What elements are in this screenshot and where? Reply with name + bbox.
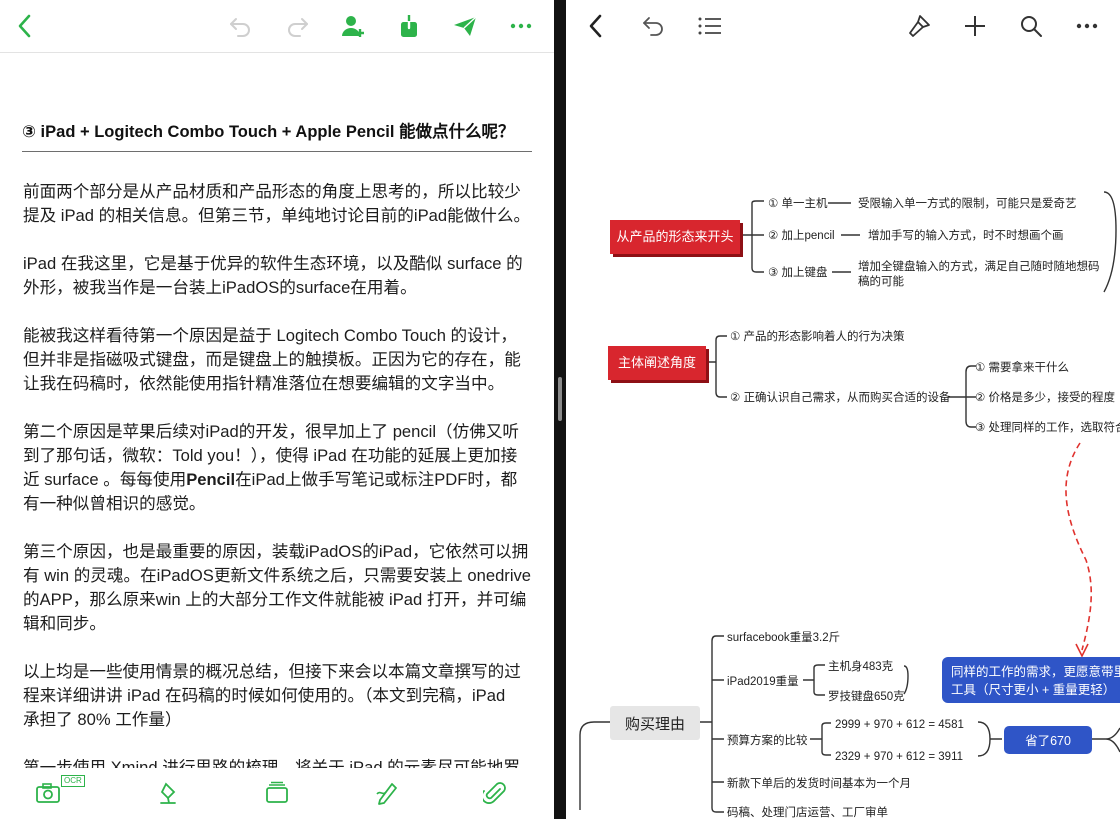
text-line: 第一步使用 Xmind 进行思路的梳理，将关于 iPad 的元素尽可能地罗 <box>23 758 520 768</box>
text-line: 在iPad上做手写笔记或标注PDF时，都 <box>235 470 518 489</box>
text-line: 到了那句话，微软：Told you！），使得 iPad 在功能的延展上更加接 <box>23 446 518 465</box>
subtopic-label[interactable]: surfacebook重量3.2斤 <box>727 630 840 644</box>
topic-label: 从产品的形态来开头 <box>616 229 733 244</box>
paragraph: 前面两个部分是从产品材质和产品形态的角度上思考的，所以比较少 提及 iPad 的… <box>23 180 535 228</box>
paragraph: 第一步使用 Xmind 进行思路的梳理，将关于 iPad 的元素尽可能地罗 <box>23 756 535 768</box>
share-icon[interactable] <box>393 10 425 42</box>
detail-label[interactable]: 受限输入单一方式的限制，可能只是爱奇艺 <box>858 196 1077 210</box>
text-line: 外形，被我当作是一台装上iPadOS的surface在用着。 <box>23 278 417 297</box>
text-line: 能被我这样看待第一个原因是益于 Logitech Combo Touch 的设计… <box>23 326 517 345</box>
subtopic-label[interactable]: iPad2019重量 <box>727 674 799 688</box>
detail-label[interactable]: 主机身483克 <box>828 659 894 673</box>
text-line: 但并非是指磁吸式键盘，而是键盘上的触摸板。正因为它的存在，能 <box>23 350 521 369</box>
note-toolbar <box>0 0 554 53</box>
text-line: 承担了 80% 工作量） <box>23 710 182 729</box>
subtopic-label[interactable]: ② 加上pencil <box>768 229 835 242</box>
text-line: iPad 在我这里，它是基于优异的软件生态环境，以及酷似 surface 的 <box>23 254 523 273</box>
text-line: 辑和同步。 <box>23 614 106 633</box>
mindmap-canvas[interactable]: 从产品的形态来开头 主体阐述角度 ① 单一主机 ② 加上pencil ③ 加上键… <box>566 0 1120 819</box>
callout-text: 工具（尺寸更小 + 重量更轻） <box>951 682 1115 697</box>
send-icon[interactable] <box>449 10 481 42</box>
detail-label[interactable]: 2329 + 970 + 612 = 3911 <box>835 751 963 763</box>
more-icon[interactable] <box>505 10 537 42</box>
subtopic-label[interactable]: ① 单一主机 <box>768 196 828 210</box>
text-line: 前面两个部分是从产品材质和产品形态的角度上思考的，所以比较少 <box>23 182 521 201</box>
text-line: 以上均是一些使用情景的概况总结，但接下来会以本篇文章撰写的过 <box>23 662 521 681</box>
add-person-icon[interactable] <box>337 10 369 42</box>
subtopic-label[interactable]: ③ 加上键盘 <box>768 265 828 279</box>
text-line: 让我在码稿时，依然能使用指针精准落位在想要编辑的文字当中。 <box>23 374 505 393</box>
text-line: 有一种似曾相识的感觉。 <box>23 494 206 513</box>
split-view-divider[interactable] <box>554 0 566 819</box>
split-view-handle[interactable] <box>558 377 562 421</box>
back-chevron-icon[interactable] <box>9 10 41 42</box>
detail-label[interactable]: 增加手写的输入方式，时不时想画个画 <box>868 228 1064 242</box>
note-body[interactable]: 前面两个部分是从产品材质和产品形态的角度上思考的，所以比较少 提及 iPad 的… <box>23 180 535 768</box>
topic-label: 主体阐述角度 <box>618 355 696 370</box>
text-line: 有 win 的灵魂。在iPadOS更新文件系统之后，只需要安装上 onedriv… <box>23 566 532 585</box>
detail-label[interactable]: ③ 处理同样的工作，选取符合 <box>975 420 1120 434</box>
text-line: 的APP，那么原来win 上的大部分工作文件就能被 iPad 打开，并可编 <box>23 590 527 609</box>
pen-icon[interactable] <box>370 776 404 810</box>
subtopic-label[interactable]: 码稿、处理门店运营、工厂审单 <box>727 805 888 819</box>
stack-icon[interactable] <box>260 776 294 810</box>
text-line: 提及 iPad 的相关信息。但第三节，单纯地讨论目前的iPad能做什么。 <box>23 206 531 225</box>
text-line: 第三个原因，也是最重要的原因，装载iPadOS的iPad，它依然可以拥 <box>23 542 529 561</box>
callout-text: 同样的工作的需求，更愿意带里 <box>951 664 1120 679</box>
text-line: 程来详细讲讲 iPad 在码稿的时候如何使用的。（本文到完稿，iPad <box>23 686 506 705</box>
ocr-badge: OCR <box>61 775 85 787</box>
undo-icon[interactable] <box>225 10 257 42</box>
subtopic-label[interactable]: 预算方案的比较 <box>727 733 808 747</box>
paperclip-icon[interactable] <box>478 776 512 810</box>
mindmap-pane: 从产品的形态来开头 主体阐述角度 ① 单一主机 ② 加上pencil ③ 加上键… <box>566 0 1120 819</box>
note-title[interactable]: ③ iPad + Logitech Combo Touch + Apple Pe… <box>22 118 532 152</box>
detail-label[interactable]: 2999 + 970 + 612 = 4581 <box>835 719 964 731</box>
detail-label[interactable]: ② 价格是多少，接受的程度 <box>975 390 1116 404</box>
note-pane: ③ iPad + Logitech Combo Touch + Apple Pe… <box>0 0 554 819</box>
text-line: 第二个原因是苹果后续对iPad的开发，很早加上了 pencil（仿佛又听 <box>23 422 520 441</box>
detail-label[interactable]: 罗技键盘650克 <box>828 689 905 703</box>
subtopic-label[interactable]: ② 正确认识自己需求，从而购买合适的设备 <box>730 390 951 404</box>
bold-text: Pencil <box>186 470 236 489</box>
paragraph: 能被我这样看待第一个原因是益于 Logitech Combo Touch 的设计… <box>23 324 535 396</box>
topic-label: 购买理由 <box>625 716 685 733</box>
detail-label: 稿的可能 <box>858 274 904 288</box>
detail-label[interactable]: ① 需要拿来干什么 <box>975 360 1069 374</box>
subtopic-label[interactable]: ① 产品的形态影响着人的行为决策 <box>730 329 905 343</box>
paragraph: 第二个原因是苹果后续对iPad的开发，很早加上了 pencil（仿佛又听 到了那… <box>23 420 535 516</box>
paragraph: iPad 在我这里，它是基于优异的软件生态环境，以及酷似 surface 的 外… <box>23 252 535 300</box>
redo-icon[interactable] <box>281 10 313 42</box>
camera-icon[interactable] <box>31 776 65 810</box>
callout-text: 省了670 <box>1025 734 1071 748</box>
subtopic-label[interactable]: 新款下单后的发货时间基本为一个月 <box>727 776 911 790</box>
handwriting-icon[interactable] <box>152 776 186 810</box>
detail-label[interactable]: 增加全键盘输入的方式，满足自己随时随地想码 <box>858 259 1100 273</box>
paragraph: 以上均是一些使用情景的概况总结，但接下来会以本篇文章撰写的过 程来详细讲讲 iP… <box>23 660 535 732</box>
paragraph: 第三个原因，也是最重要的原因，装载iPadOS的iPad，它依然可以拥 有 wi… <box>23 540 535 636</box>
text-line: 近 surface 。每每使用 <box>23 470 187 489</box>
